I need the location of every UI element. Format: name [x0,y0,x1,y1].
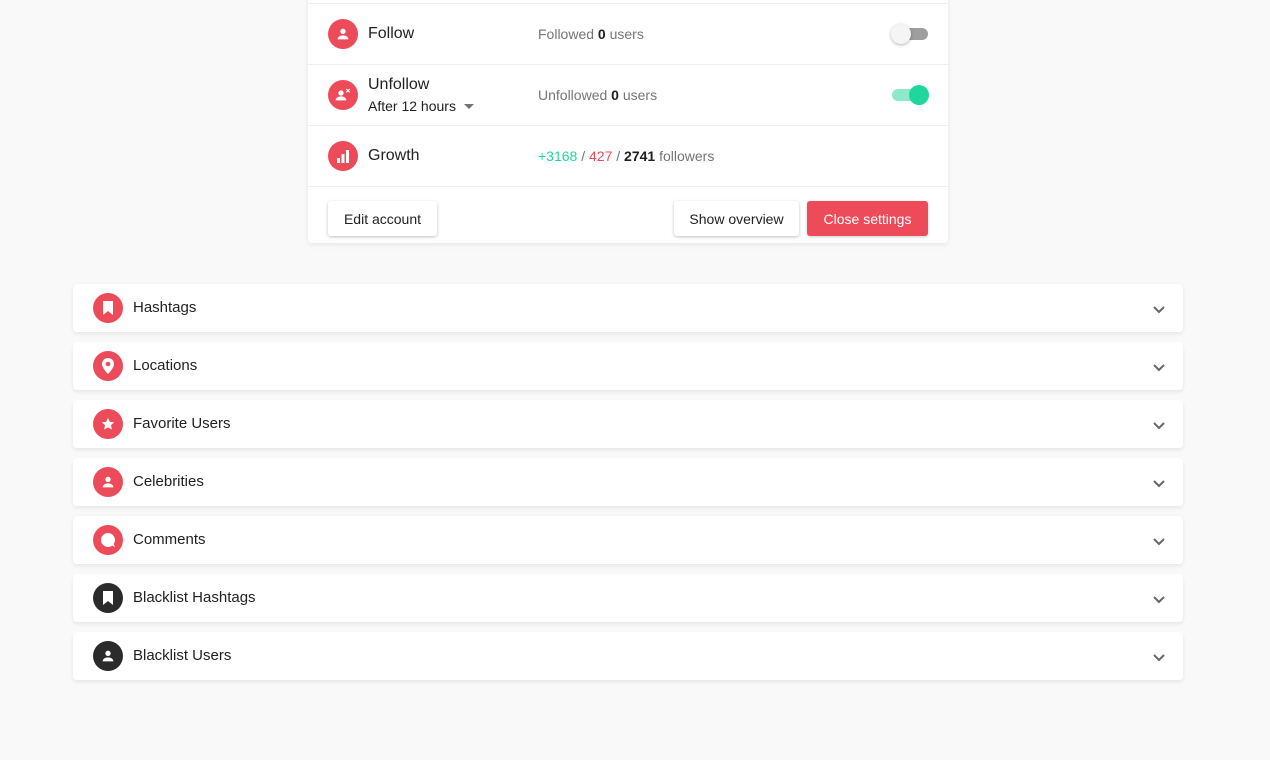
unfollow-toggle-knob [909,85,929,105]
close-settings-button[interactable]: Close settings [807,201,928,236]
chevron-down-icon [1153,596,1165,604]
unfollow-stat-prefix: Unfollowed [538,87,612,103]
caret-down-icon [463,104,474,109]
followed-count: 0 [597,26,606,42]
account-settings-card: Follow Followed 0 users Unfollow After 1… [308,0,948,243]
growth-separator: / [577,148,589,164]
section-label: Hashtags [133,299,197,316]
section-label: Comments [133,531,206,548]
unfollow-delay-value: After 12 hours [368,98,456,114]
follow-stat: Followed 0 users [538,26,644,42]
section-label: Locations [133,357,198,374]
page: Follow Followed 0 users Unfollow After 1… [0,0,1270,760]
follow-row: Follow Followed 0 users [308,3,948,64]
unfollowed-count: 0 [611,87,619,103]
follow-stat-suffix: users [605,26,644,42]
follow-title: Follow [368,25,415,42]
section-blacklist-users[interactable]: Blacklist Users [73,632,1183,680]
followers-gained: +3168 [538,148,578,164]
section-label: Blacklist Users [133,647,232,664]
chevron-down-icon [1153,364,1165,372]
chevron-down-icon [1153,480,1165,488]
section-locations[interactable]: Locations [73,342,1183,390]
unfollow-toggle[interactable] [892,85,929,105]
star-icon [93,409,123,439]
growth-title: Growth [368,147,420,164]
card-actions: Edit account Show overview Close setting… [308,186,948,244]
growth-stat: +3168 / 427 / 2741 followers [538,148,714,164]
section-label: Blacklist Hashtags [133,589,256,606]
section-comments[interactable]: Comments [73,516,1183,564]
section-label: Favorite Users [133,415,231,432]
section-blacklist-hashtags[interactable]: Blacklist Hashtags [73,574,1183,622]
section-label: Celebrities [133,473,204,490]
bar-chart-icon [328,141,358,171]
unfollow-person-icon [328,80,358,110]
growth-row: Growth +3168 / 427 / 2741 followers [308,125,948,186]
unfollow-stat-suffix: users [618,87,658,103]
growth-separator: / [612,148,625,164]
show-overview-button[interactable]: Show overview [674,201,799,236]
follow-toggle[interactable] [891,24,928,44]
bookmark-icon [93,293,123,323]
followers-lost: 427 [589,148,613,164]
section-hashtags[interactable]: Hashtags [73,284,1183,332]
chevron-down-icon [1153,538,1165,546]
chevron-down-icon [1153,654,1165,662]
unfollow-row: Unfollow After 12 hours Unfollowed 0 use… [308,64,948,125]
followers-total: 2741 [624,148,656,164]
chevron-down-icon [1153,306,1165,314]
follow-stat-prefix: Followed [538,26,598,42]
unfollow-delay-select[interactable]: After 12 hours [368,98,474,114]
person-icon [93,467,123,497]
growth-suffix: followers [655,148,715,164]
unfollow-title: Unfollow [368,76,430,93]
person-icon [93,641,123,671]
edit-account-button[interactable]: Edit account [328,201,437,236]
location-pin-icon [93,351,123,381]
follow-toggle-knob [891,24,911,44]
section-celebrities[interactable]: Celebrities [73,458,1183,506]
follow-person-icon [328,19,358,49]
unfollow-stat: Unfollowed 0 users [538,87,657,103]
bookmark-icon [93,583,123,613]
section-favorite-users[interactable]: Favorite Users [73,400,1183,448]
chevron-down-icon [1153,422,1165,430]
comment-bubble-icon [93,525,123,555]
